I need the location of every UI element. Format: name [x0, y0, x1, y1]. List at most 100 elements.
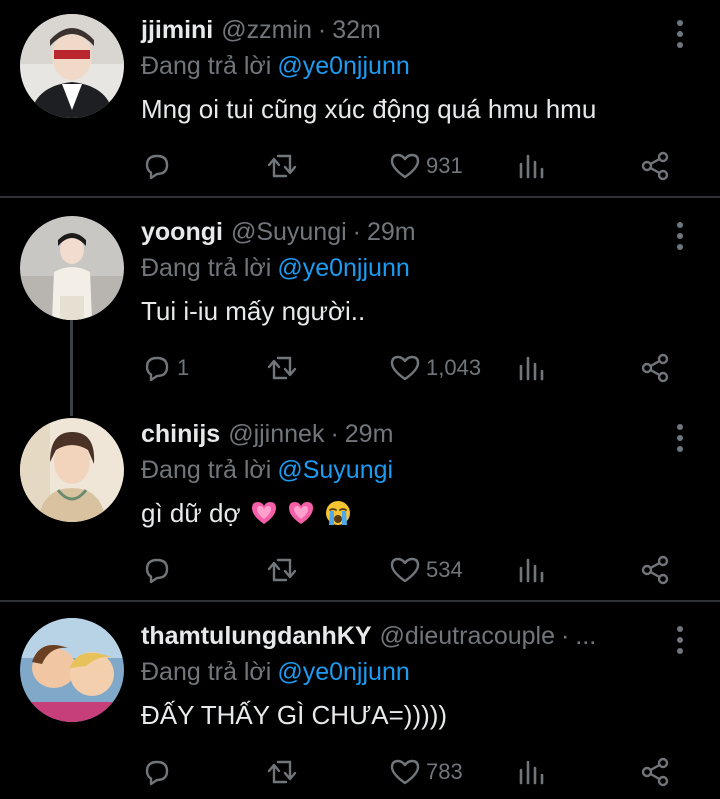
share-button[interactable]: [638, 148, 672, 184]
tweet-text: Mng oi tui cũng xúc động quá hmu hmu: [141, 94, 597, 124]
replying-to-label: Đang trả lời: [141, 52, 272, 80]
retweet-button[interactable]: [265, 552, 299, 588]
like-icon: [390, 355, 420, 381]
retweet-icon: [267, 558, 297, 582]
like-icon: [390, 759, 420, 785]
replying-to: Đang trả lời @Suyungi: [141, 456, 393, 485]
divider: [0, 196, 720, 198]
avatar[interactable]: [20, 14, 124, 118]
more-options-icon[interactable]: [676, 222, 684, 250]
tweet-card[interactable]: thamtulungdanhKY @dieutracouple · ... Đa…: [0, 606, 720, 799]
stats-icon: [519, 154, 544, 179]
replying-to-label: Đang trả lời: [141, 456, 272, 484]
more-options-icon[interactable]: [676, 626, 684, 654]
user-handle[interactable]: @jjinnek: [228, 420, 324, 449]
timestamp: 32m: [332, 16, 381, 44]
separator-dot: ·: [352, 218, 361, 246]
tweet-text: Tui i-iu mấy người..: [141, 296, 366, 326]
like-button[interactable]: 931: [388, 148, 463, 184]
stats-button[interactable]: [516, 148, 546, 184]
timestamp: 29m: [367, 218, 416, 246]
tweet-header: chinijs @jjinnek · 29m: [141, 420, 393, 454]
more-options-icon[interactable]: [676, 424, 684, 452]
reply-icon: [145, 760, 169, 786]
separator-dot: ·: [317, 16, 327, 44]
pink-heart-emoji: [251, 502, 276, 524]
retweet-icon: [267, 760, 297, 784]
reply-icon: [145, 558, 169, 584]
tweet-card[interactable]: yoongi @Suyungi · 29m Đang trả lời @ye0nj…: [0, 202, 720, 396]
tweet-text-content: gì dữ dợ: [141, 498, 241, 528]
reply-feed: jjimini @zzmin · 32m Đang trả lời @ye0njj…: [0, 0, 720, 799]
crying-face-emoji: [326, 501, 351, 525]
like-count: 931: [426, 153, 463, 178]
share-icon: [641, 555, 669, 585]
share-icon: [641, 353, 669, 383]
stats-button[interactable]: [516, 552, 546, 588]
replying-to-handle[interactable]: @ye0njjunn: [277, 52, 409, 80]
retweet-button[interactable]: [265, 350, 299, 386]
display-name[interactable]: yoongi: [141, 218, 223, 247]
stats-icon: [519, 760, 544, 785]
retweet-icon: [267, 356, 297, 380]
user-handle[interactable]: @Suyungi: [231, 218, 347, 247]
reply-button[interactable]: [141, 552, 177, 588]
timestamp: 29m: [344, 420, 394, 448]
more-options-icon[interactable]: [676, 20, 684, 48]
reply-button[interactable]: [141, 754, 177, 790]
avatar[interactable]: [20, 618, 124, 722]
like-icon: [390, 557, 420, 583]
user-handle[interactable]: @dieutracouple: [380, 622, 556, 651]
action-bar: 783: [141, 754, 681, 790]
divider: [0, 600, 720, 602]
retweet-button[interactable]: [265, 754, 299, 790]
tweet-header: yoongi @Suyungi · 29m: [141, 218, 416, 252]
action-bar: 534: [141, 552, 681, 588]
user-handle[interactable]: @zzmin: [221, 16, 312, 45]
separator-dot: ·: [561, 622, 570, 650]
share-icon: [641, 151, 669, 181]
tweet-text: gì dữ dợ: [141, 498, 352, 529]
like-button[interactable]: 534: [388, 552, 463, 588]
avatar[interactable]: [20, 216, 124, 320]
reply-button[interactable]: 1: [141, 350, 189, 386]
tweet-card[interactable]: chinijs @jjinnek · 29m Đang trả lời @Suyu…: [0, 404, 720, 600]
reply-icon: [145, 154, 169, 180]
reply-icon: [145, 356, 169, 382]
like-count: 783: [426, 759, 463, 784]
share-button[interactable]: [638, 350, 672, 386]
retweet-icon: [267, 154, 297, 178]
tweet-header: thamtulungdanhKY @dieutracouple · ...: [141, 622, 596, 656]
replying-to-handle[interactable]: @Suyungi: [277, 456, 393, 484]
tweet-card[interactable]: jjimini @zzmin · 32m Đang trả lời @ye0njj…: [0, 0, 720, 196]
stats-icon: [519, 356, 544, 381]
tweet-header: jjimini @zzmin · 32m: [141, 16, 381, 50]
retweet-button[interactable]: [265, 148, 299, 184]
share-icon: [641, 757, 669, 787]
replying-to-label: Đang trả lời: [141, 254, 272, 282]
display-name[interactable]: chinijs: [141, 420, 220, 449]
replying-to-label: Đang trả lời: [141, 658, 272, 686]
share-button[interactable]: [638, 552, 672, 588]
replying-to-handle[interactable]: @ye0njjunn: [277, 658, 409, 686]
reply-button[interactable]: [141, 148, 177, 184]
like-count: 534: [426, 557, 463, 582]
like-button[interactable]: 783: [388, 754, 463, 790]
action-bar: 931: [141, 148, 681, 184]
replying-to: Đang trả lời @ye0njjunn: [141, 254, 410, 283]
display-name[interactable]: thamtulungdanhKY: [141, 622, 372, 651]
like-icon: [390, 153, 420, 179]
display-name[interactable]: jjimini: [141, 16, 213, 45]
avatar[interactable]: [20, 418, 124, 522]
stats-button[interactable]: [516, 350, 546, 386]
share-button[interactable]: [638, 754, 672, 790]
reply-count: 1: [177, 355, 190, 380]
replying-to: Đang trả lời @ye0njjunn: [141, 658, 410, 687]
replying-to-handle[interactable]: @ye0njjunn: [277, 254, 409, 282]
stats-button[interactable]: [516, 754, 546, 790]
timestamp: ...: [575, 622, 597, 650]
like-button[interactable]: 1,043: [388, 350, 481, 386]
tweet-text: ĐẤY THẤY GÌ CHƯA=))))): [141, 700, 448, 730]
action-bar: 1 1,043: [141, 350, 681, 386]
pink-heart-emoji: [288, 502, 313, 524]
